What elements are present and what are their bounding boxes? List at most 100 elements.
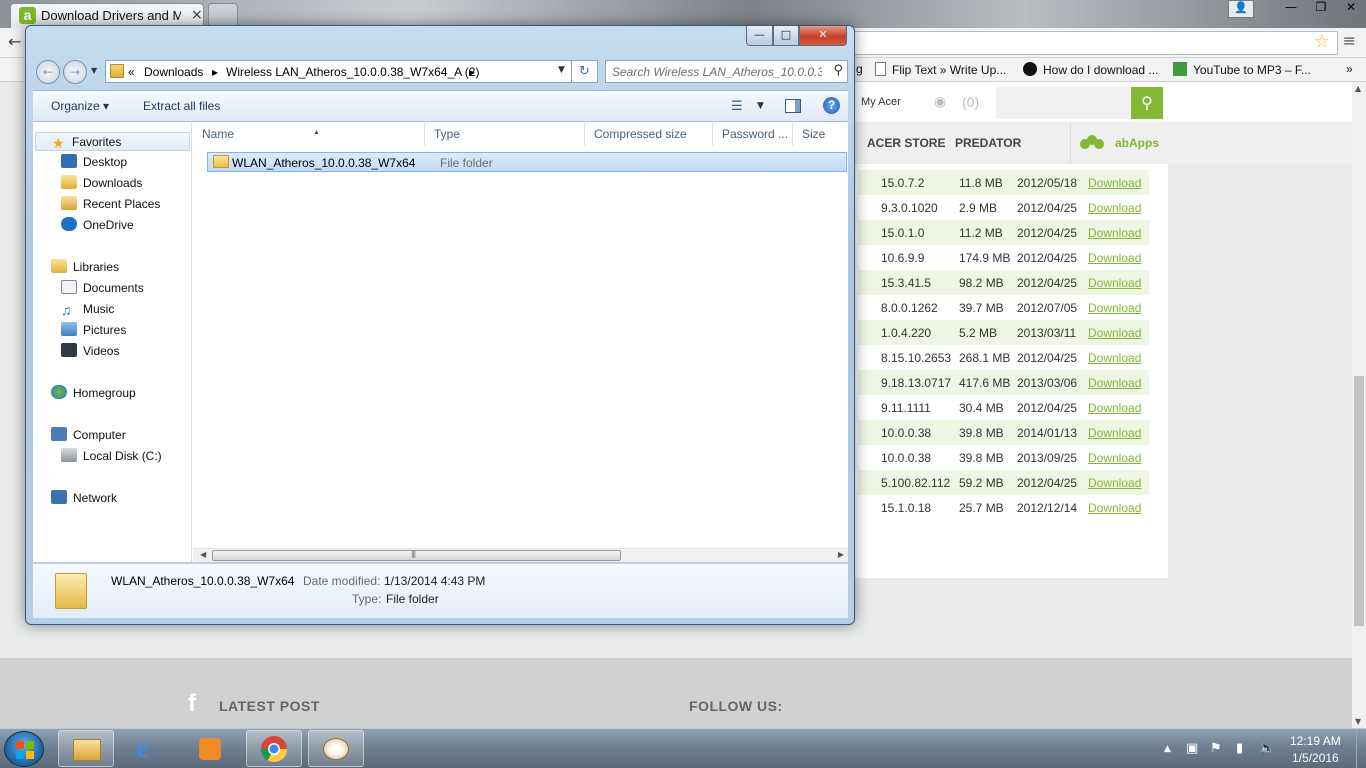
- taskbar-explorer[interactable]: [58, 730, 114, 767]
- tree-desktop[interactable]: Desktop: [61, 153, 127, 172]
- column-header-password[interactable]: Password ...: [713, 122, 793, 146]
- show-hidden-icons[interactable]: ▲: [1164, 744, 1171, 754]
- help-icon[interactable]: ?: [823, 97, 840, 114]
- download-link[interactable]: Download: [1088, 376, 1141, 390]
- tree-network[interactable]: Network: [51, 489, 117, 508]
- tree-videos[interactable]: Videos: [61, 342, 119, 361]
- my-acer-link[interactable]: My Acer: [861, 96, 901, 108]
- maximize-button[interactable]: □: [773, 26, 799, 46]
- breadcrumb-downloads[interactable]: Downloads: [144, 65, 203, 79]
- clock-date[interactable]: 1/5/2016: [1292, 751, 1339, 765]
- horizontal-scroll-thumb[interactable]: |||: [212, 550, 621, 561]
- tree-recent-places[interactable]: Recent Places: [61, 195, 160, 214]
- download-link[interactable]: Download: [1088, 326, 1141, 340]
- action-center-icon[interactable]: ▣: [1186, 741, 1198, 756]
- facebook-icon[interactable]: f: [188, 690, 196, 718]
- bookmark-star-icon[interactable]: ☆: [1314, 31, 1330, 52]
- nav-predator[interactable]: PREDATOR: [955, 136, 1021, 150]
- scroll-right-icon[interactable]: ▶: [838, 550, 844, 559]
- scroll-left-icon[interactable]: ◀: [200, 550, 206, 559]
- browser-minimize-icon[interactable]: —: [1276, 0, 1306, 18]
- view-options-icon[interactable]: ☰: [731, 99, 743, 114]
- search-icon[interactable]: ⚲: [1131, 87, 1163, 119]
- chrome-user-icon[interactable]: 👤: [1228, 0, 1254, 18]
- bookmarks-overflow-icon[interactable]: »: [1346, 62, 1353, 76]
- chrome-menu-icon[interactable]: ≡: [1343, 31, 1356, 50]
- recent-locations-icon[interactable]: ▼: [91, 66, 97, 75]
- taskbar-media-player[interactable]: [183, 730, 239, 767]
- organize-button[interactable]: Organize ▾: [51, 99, 109, 113]
- scroll-down-icon[interactable]: ▼: [1355, 717, 1361, 726]
- tree-favorites[interactable]: ★ Favorites: [35, 132, 190, 151]
- column-header-name[interactable]: Name ▲: [193, 122, 425, 146]
- bookmark-youtube-to-mp3[interactable]: YouTube to MP3 – F...: [1173, 62, 1311, 77]
- download-link[interactable]: Download: [1088, 251, 1141, 265]
- address-dropdown-icon[interactable]: ▼: [558, 65, 565, 75]
- flag-icon[interactable]: ⚑: [1210, 741, 1222, 756]
- browser-close-icon[interactable]: ✕: [1336, 0, 1366, 18]
- download-link[interactable]: Download: [1088, 426, 1141, 440]
- browser-restore-icon[interactable]: ❐: [1306, 0, 1336, 18]
- volume-icon[interactable]: 🔈: [1259, 741, 1275, 756]
- column-header-compressed-size[interactable]: Compressed size: [585, 122, 713, 146]
- download-link[interactable]: Download: [1088, 476, 1141, 490]
- tree-documents[interactable]: Documents: [61, 279, 144, 298]
- bookmark-how-do-i-download[interactable]: How do I download ...: [1023, 62, 1158, 77]
- breadcrumb-separator-icon[interactable]: ▸: [469, 65, 475, 79]
- tree-onedrive[interactable]: OneDrive: [61, 216, 134, 235]
- extract-all-button[interactable]: Extract all files: [143, 99, 220, 113]
- tree-local-disk[interactable]: Local Disk (C:): [61, 447, 162, 466]
- clock-time[interactable]: 12:19 AM: [1290, 734, 1341, 748]
- tree-downloads[interactable]: Downloads: [61, 174, 142, 193]
- download-link[interactable]: Download: [1088, 501, 1141, 515]
- taskbar-chrome[interactable]: [246, 730, 302, 767]
- acer-search-input[interactable]: [996, 87, 1130, 119]
- battery-icon[interactable]: ▮: [1236, 741, 1243, 756]
- refresh-button[interactable]: ↻: [572, 60, 598, 83]
- column-header-type[interactable]: Type: [425, 122, 585, 146]
- download-link[interactable]: Download: [1088, 351, 1141, 365]
- nav-acer-store[interactable]: ACER STORE: [867, 136, 945, 150]
- back-button[interactable]: ←: [36, 60, 60, 84]
- preview-pane-icon[interactable]: [785, 99, 801, 113]
- list-item[interactable]: WLAN_Atheros_10.0.0.38_W7x64 File folder: [207, 152, 847, 172]
- back-arrow-icon[interactable]: ←: [8, 32, 21, 51]
- breadcrumb-wireless-lan[interactable]: Wireless LAN_Atheros_10.0.0.38_W7x64_A (…: [226, 65, 479, 79]
- start-button[interactable]: [4, 731, 44, 767]
- taskbar-internet-explorer[interactable]: e: [122, 730, 178, 767]
- tree-music[interactable]: ♫ Music: [61, 300, 114, 319]
- download-link[interactable]: Download: [1088, 301, 1141, 315]
- breadcrumb-separator-icon[interactable]: ▸: [212, 65, 218, 79]
- tree-computer[interactable]: Computer: [51, 426, 126, 445]
- tree-homegroup[interactable]: Homegroup: [51, 384, 136, 403]
- breadcrumb-chevron[interactable]: «: [128, 65, 135, 79]
- search-input[interactable]: Search Wireless LAN_Atheros_10.0.0.3... …: [605, 60, 848, 83]
- download-link[interactable]: Download: [1088, 451, 1141, 465]
- download-link[interactable]: Download: [1088, 226, 1141, 240]
- forward-button[interactable]: →: [63, 60, 87, 84]
- download-link[interactable]: Download: [1088, 201, 1141, 215]
- tree-pictures[interactable]: Pictures: [61, 321, 126, 340]
- view-dropdown-icon[interactable]: ▼: [757, 101, 764, 111]
- tab-close-icon[interactable]: ×: [191, 7, 203, 23]
- nav-abapps[interactable]: abApps: [1115, 136, 1159, 150]
- download-link[interactable]: Download: [1088, 176, 1141, 190]
- taskbar-paint[interactable]: [308, 730, 364, 767]
- scroll-thumb[interactable]: [1354, 376, 1364, 626]
- download-link[interactable]: Download: [1088, 276, 1141, 290]
- tree-libraries[interactable]: Libraries: [51, 258, 119, 277]
- download-link[interactable]: Download: [1088, 401, 1141, 415]
- eye-icon[interactable]: ◉: [934, 94, 946, 110]
- minimize-button[interactable]: —: [746, 26, 773, 46]
- driver-size: 30.4 MB: [959, 401, 1004, 415]
- bookmark-partial[interactable]: g: [856, 62, 863, 76]
- column-header-size[interactable]: Size: [793, 122, 848, 146]
- close-button[interactable]: ✕: [799, 26, 847, 46]
- address-bar[interactable]: « Downloads ▸ Wireless LAN_Atheros_10.0.…: [105, 60, 572, 83]
- search-icon[interactable]: ⚲: [833, 63, 843, 78]
- bookmark-flip-text[interactable]: Flip Text » Write Up...: [875, 62, 1006, 77]
- horizontal-scrollbar[interactable]: ◀ ||| ▶: [193, 548, 848, 562]
- show-desktop-button[interactable]: [1356, 729, 1366, 768]
- page-scrollbar[interactable]: ▲ ▼: [1352, 82, 1366, 728]
- scroll-up-icon[interactable]: ▲: [1355, 84, 1361, 93]
